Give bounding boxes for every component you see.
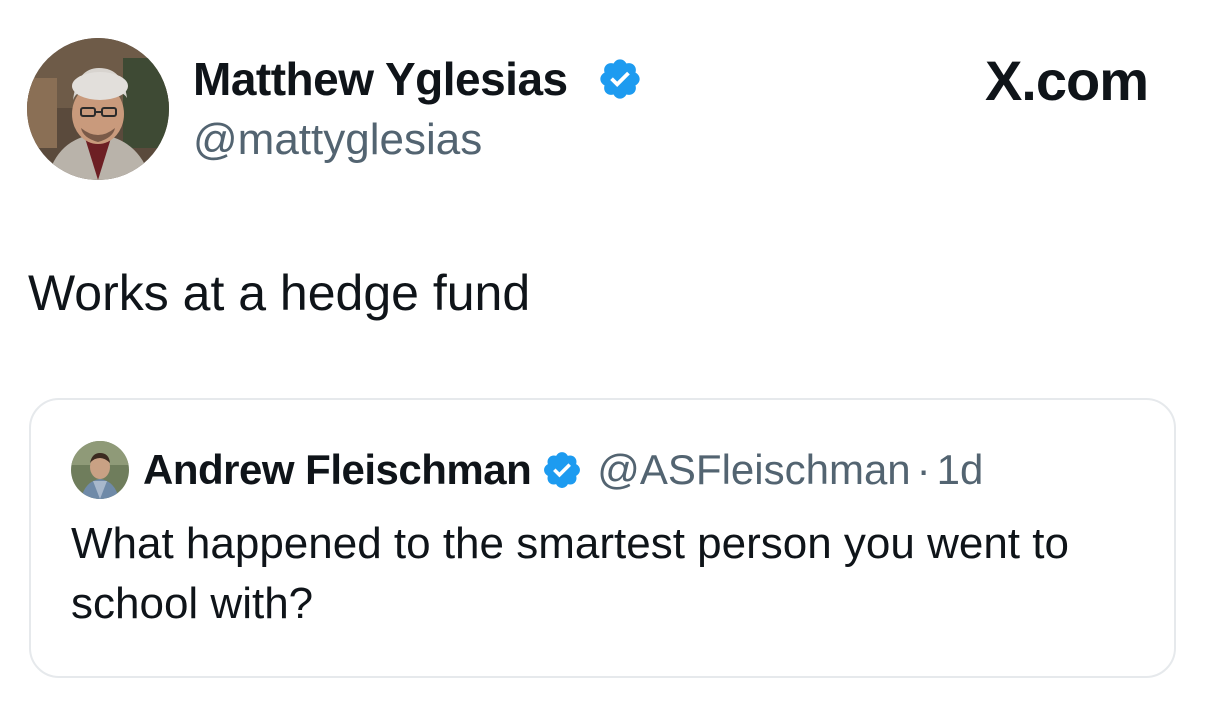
quoted-author-name[interactable]: Andrew Fleischman: [143, 442, 532, 498]
quoted-tweet-header: Andrew Fleischman @ASFleischman · 1d: [143, 442, 983, 498]
quoted-author-avatar-image: [71, 441, 129, 499]
quoted-tweet-card[interactable]: Andrew Fleischman @ASFleischman · 1d Wha…: [29, 398, 1176, 678]
author-handle[interactable]: @mattyglesias: [193, 112, 482, 168]
author-avatar[interactable]: [27, 38, 169, 180]
verified-badge-icon: [544, 452, 581, 488]
site-label: X.com: [984, 49, 1149, 112]
quoted-author-handle[interactable]: @ASFleischman: [597, 442, 910, 498]
separator-dot: ·: [916, 446, 931, 493]
quoted-author-avatar[interactable]: [71, 441, 129, 499]
author-name[interactable]: Matthew Yglesias: [193, 50, 568, 108]
tweet-text: Works at a hedge fund: [28, 265, 531, 321]
quoted-tweet-text: What happened to the smartest person you…: [71, 519, 1069, 628]
author-avatar-image: [27, 38, 169, 180]
verified-badge-icon: [600, 59, 640, 99]
quoted-tweet-timestamp[interactable]: 1d: [937, 442, 984, 498]
